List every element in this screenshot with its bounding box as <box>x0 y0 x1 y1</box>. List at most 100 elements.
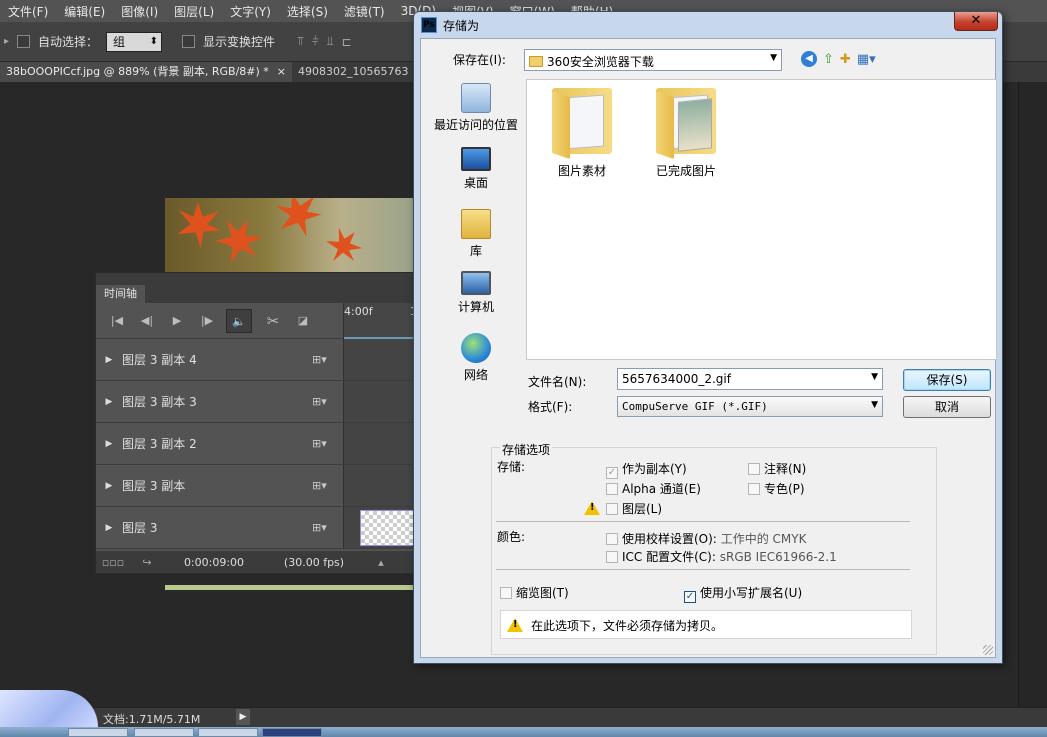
chevron-down-icon[interactable]: ▼ <box>871 372 878 382</box>
timeline-controls: |◀ ◀| ▶ |▶ 🔈 ✂ ◪ 4:00f 1 <box>96 303 417 339</box>
show-transform-checkbox[interactable] <box>182 35 196 48</box>
folder-icon <box>552 88 612 160</box>
expand-triangle-icon[interactable]: ▶ <box>96 355 122 365</box>
film-menu-icon[interactable]: ⊞▾ <box>312 521 327 534</box>
file-list[interactable]: 图片素材 已完成图片 <box>526 79 997 360</box>
place-libraries[interactable]: 库 <box>429 209 523 259</box>
timeline-layer-row[interactable]: ▶ 图层 3 副本 2 ⊞▾ <box>96 423 416 465</box>
timeline-ruler[interactable]: 4:00f 1 <box>343 303 417 339</box>
play-icon[interactable]: ▶ <box>162 314 192 327</box>
next-frame-icon[interactable]: |▶ <box>192 314 222 327</box>
layer-clip[interactable] <box>360 510 417 546</box>
layer-track[interactable] <box>343 381 416 422</box>
film-menu-icon[interactable]: ⊞▾ <box>312 353 327 366</box>
filename-label: 文件名(N): <box>528 375 587 389</box>
current-time: 0:00:09:00 <box>183 555 245 569</box>
layer-track[interactable] <box>343 339 416 380</box>
auto-select-checkbox[interactable] <box>17 35 31 48</box>
maple-leaf <box>318 221 369 272</box>
align-left-icon[interactable]: ⊏ <box>341 35 351 49</box>
new-folder-icon[interactable]: ✚ <box>840 52 851 67</box>
align-top-icon[interactable]: ⫪ <box>297 34 304 49</box>
chevron-down-icon: ▼ <box>871 400 878 410</box>
as-copy-label: 作为副本(Y) <box>622 462 687 476</box>
menu-select[interactable]: 选择(S) <box>279 3 336 20</box>
folder-item[interactable]: 已完成图片 <box>641 88 731 179</box>
network-icon <box>461 333 491 363</box>
view-menu-icon[interactable]: ▦▾ <box>857 52 876 67</box>
folder-name: 图片素材 <box>557 164 606 178</box>
film-menu-icon[interactable]: ⊞▾ <box>312 437 327 450</box>
audio-icon[interactable]: 🔈 <box>226 308 252 333</box>
layer-track[interactable] <box>343 465 416 506</box>
place-recent[interactable]: 最近访问的位置 <box>429 83 523 133</box>
expand-triangle-icon[interactable]: ▶ <box>96 481 122 491</box>
menu-image[interactable]: 图像(I) <box>113 3 166 20</box>
menu-file[interactable]: 文件(F) <box>0 3 56 20</box>
taskbar-button[interactable] <box>198 728 258 737</box>
format-dropdown[interactable]: CompuServe GIF (*.GIF) ▼ <box>617 396 883 417</box>
folder-name: 已完成图片 <box>655 164 716 178</box>
up-folder-icon[interactable]: ⇧ <box>823 52 834 67</box>
transition-icon[interactable]: ◪ <box>288 314 318 327</box>
filename-field[interactable]: 5657634000_2.gif ▼ <box>617 368 883 390</box>
align-vcenter-icon[interactable]: ⫩ <box>312 34 319 49</box>
menu-type[interactable]: 文字(Y) <box>222 3 279 20</box>
prev-frame-icon[interactable]: ◀| <box>132 314 162 327</box>
render-icon[interactable]: ↪ <box>130 556 164 569</box>
timeline-layer-row[interactable]: ▶ 图层 3 副本 4 ⊞▾ <box>96 339 416 381</box>
icc-value: sRGB IEC61966-2.1 <box>719 550 837 564</box>
save-in-label: 保存在(I): <box>453 53 506 67</box>
film-menu-icon[interactable]: ⊞▾ <box>312 395 327 408</box>
timeline-layer-row[interactable]: ▶ 图层 3 副本 3 ⊞▾ <box>96 381 416 423</box>
save-in-value: 360安全浏览器下载 <box>547 55 654 69</box>
align-bottom-icon[interactable]: ⫫ <box>327 34 334 49</box>
frame-mode-icon[interactable]: ▫▫▫ <box>96 556 130 569</box>
doc-tab-2[interactable]: 4908302_10565763 <box>292 62 414 82</box>
first-frame-icon[interactable]: |◀ <box>102 314 132 327</box>
doc-tab-1[interactable]: 38bOOOPICcf.jpg @ 889% (背景 副本, RGB/8#) *… <box>0 62 293 82</box>
expand-triangle-icon[interactable]: ▶ <box>96 439 122 449</box>
zoom-out-icon[interactable]: ▴ <box>364 556 398 569</box>
taskbar-button[interactable] <box>134 728 194 737</box>
folder-item[interactable]: 图片素材 <box>537 88 627 179</box>
place-computer[interactable]: 计算机 <box>429 271 523 315</box>
scissors-icon[interactable]: ✂ <box>258 312 288 330</box>
ruler-label: 4:00f <box>344 305 373 318</box>
place-label: 网络 <box>463 368 488 382</box>
expand-triangle-icon[interactable]: ▶ <box>96 523 122 533</box>
taskbar-button[interactable] <box>262 728 322 737</box>
lowercase-ext-label: 使用小写扩展名(U) <box>700 586 803 600</box>
status-menu-arrow-icon[interactable]: ▶ <box>236 709 250 725</box>
timeline-layer-row[interactable]: ▶ 图层 3 ⊞▾ <box>96 507 417 549</box>
dialog-titlebar[interactable]: Ps 存储为 ✕ <box>414 12 1002 38</box>
place-desktop[interactable]: 桌面 <box>429 147 523 191</box>
cancel-button[interactable]: 取消 <box>903 396 991 418</box>
film-menu-icon[interactable]: ⊞▾ <box>312 479 327 492</box>
place-label: 桌面 <box>463 176 488 190</box>
layers-option: 图层(L) <box>606 500 662 517</box>
close-tab-icon[interactable]: × <box>277 65 286 78</box>
save-button[interactable]: 保存(S) <box>903 369 991 391</box>
auto-select-dropdown[interactable]: 组 <box>106 31 163 52</box>
expand-triangle-icon[interactable]: ▶ <box>96 397 122 407</box>
timeline-layer-row[interactable]: ▶ 图层 3 副本 ⊞▾ <box>96 465 416 507</box>
notes-label: 注释(N) <box>764 462 807 476</box>
taskbar-button[interactable] <box>68 728 128 737</box>
menu-layer[interactable]: 图层(L) <box>166 3 222 20</box>
divider <box>496 569 910 570</box>
layers-label: 图层(L) <box>622 502 663 516</box>
menu-filter[interactable]: 滤镜(T) <box>336 3 393 20</box>
layer-track[interactable] <box>343 507 417 548</box>
check-icon[interactable]: ✓ <box>684 591 696 603</box>
menu-edit[interactable]: 编辑(E) <box>56 3 113 20</box>
place-network[interactable]: 网络 <box>429 333 523 383</box>
close-button[interactable]: ✕ <box>954 12 998 31</box>
lowercase-ext-option[interactable]: ✓ 使用小写扩展名(U) <box>684 584 802 603</box>
back-icon[interactable]: ◀ <box>801 51 817 67</box>
layer-track[interactable] <box>343 423 416 464</box>
notes-option: 注释(N) <box>748 460 806 477</box>
resize-grip[interactable] <box>983 645 993 655</box>
timeline-tab[interactable]: 时间轴 <box>96 285 145 303</box>
save-in-dropdown[interactable]: 360安全浏览器下载 ▼ <box>524 49 782 71</box>
